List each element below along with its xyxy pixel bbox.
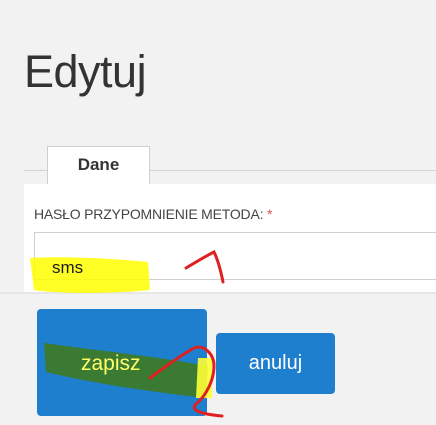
- save-button-label: zapisz: [81, 352, 141, 375]
- password-reminder-method-select[interactable]: [34, 232, 436, 280]
- page-title: Edytuj: [24, 46, 147, 97]
- field-label-text: HASŁO PRZYPOMNIENIE METODA:: [34, 206, 264, 222]
- required-marker: *: [266, 206, 273, 222]
- field-value: sms: [52, 258, 84, 277]
- cancel-button[interactable]: anuluj: [216, 333, 335, 394]
- tab-dane[interactable]: Dane: [47, 146, 150, 184]
- field-label: HASŁO PRZYPOMNIENIE METODA: *: [34, 206, 272, 222]
- section-divider: [0, 292, 436, 294]
